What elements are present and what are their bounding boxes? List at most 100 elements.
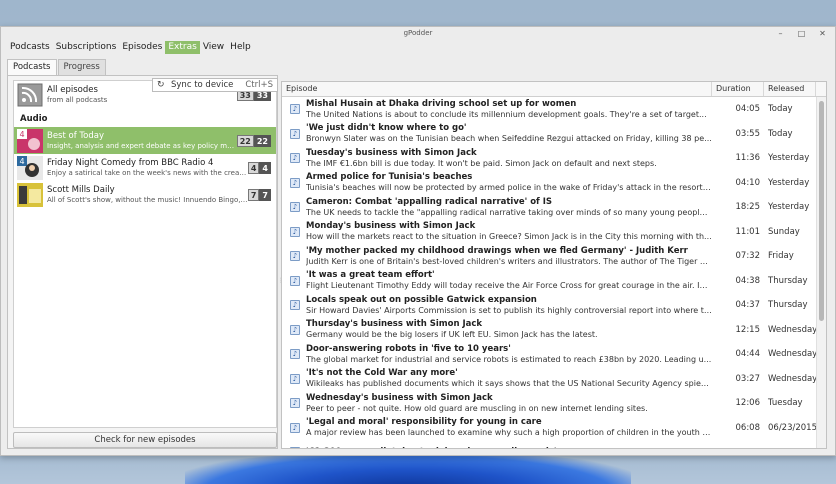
column-header-episode[interactable]: Episode	[282, 82, 712, 96]
episode-count-badges: 7 7	[247, 188, 271, 201]
scrollbar-thumb[interactable]	[819, 101, 824, 321]
episode-title: 'My mother packed my childhood drawings …	[306, 245, 688, 256]
gpodder-window: gPodder – □ ✕ Podcasts Subscriptions Epi…	[0, 26, 836, 456]
total-count-badge: 7	[259, 188, 271, 201]
episode-count-badges: 4 4	[247, 161, 271, 174]
episode-released: Wednesday	[768, 324, 818, 335]
tab-podcasts[interactable]: Podcasts	[7, 59, 57, 75]
episode-title: Cameron: Combat 'appalling radical narra…	[306, 196, 552, 207]
episode-description: Wikileaks has published documents which …	[306, 379, 712, 389]
audio-file-icon: ♪	[290, 128, 300, 139]
column-header-duration[interactable]: Duration	[712, 82, 764, 96]
new-count-badge: 4	[247, 161, 260, 174]
episode-released: Thursday	[768, 300, 808, 311]
episode-released: Today	[768, 104, 793, 115]
episode-duration: 04:05	[735, 104, 761, 115]
episode-list-scrollbar[interactable]	[816, 97, 826, 448]
episode-title: Monday's business with Simon Jack	[306, 221, 476, 232]
episode-title: Mishal Husain at Dhaka driving school se…	[306, 98, 577, 109]
episode-info: 'We just didn't know where to go' Bronwyn…	[306, 123, 712, 144]
audio-file-icon: ♪	[290, 373, 300, 384]
episode-released: Sunday	[768, 226, 800, 237]
new-count-badge: 7	[247, 188, 260, 201]
episode-duration: 18:25	[735, 202, 761, 213]
audio-file-icon: ♪	[290, 275, 300, 286]
episode-row[interactable]: ♪ Monday's business with Simon Jack How wi…	[282, 220, 826, 245]
episode-released: Wednesday	[768, 373, 818, 384]
podcast-title: Friday Night Comedy from BBC Radio 4	[47, 157, 214, 168]
episode-description: Peer to peer - not quite. How old guard …	[306, 403, 648, 413]
podcast-list[interactable]: All episodes from all podcasts 33 33 Aud…	[13, 80, 277, 428]
menu-view[interactable]: View	[200, 41, 227, 54]
episode-description: Bronwyn Slater was on the Tunisian beach…	[306, 134, 712, 144]
audio-file-icon: ♪	[290, 251, 300, 262]
check-new-episodes-button[interactable]: Check for new episodes	[13, 432, 277, 448]
episode-title: Tuesday's business with Simon Jack	[306, 147, 477, 158]
episode-duration: 06:08	[735, 422, 761, 433]
window-title: gPodder	[403, 29, 433, 37]
episode-duration: 11:01	[735, 226, 761, 237]
episode-released: Yesterday	[768, 177, 810, 188]
episode-title: Armed police for Tunisia's beaches	[306, 172, 473, 183]
episode-info: 'It was a great team effort' Flight Lieut…	[306, 270, 712, 291]
episode-row[interactable]: ♪ Wednesday's business with Simon Jack Pee…	[282, 391, 826, 416]
episode-info: Armed police for Tunisia's beaches Tunisi…	[306, 172, 712, 193]
episode-row[interactable]: ♪ 'My mother packed my childhood drawings…	[282, 244, 826, 269]
episode-title: 'We just didn't know where to go'	[306, 123, 467, 134]
podcasts-pane: All episodes from all podcasts 33 33 Aud…	[7, 75, 278, 449]
tab-progress[interactable]: Progress	[57, 59, 106, 75]
episode-title: 'Legal and moral' responsibility for you…	[306, 417, 542, 428]
episode-row[interactable]: ♪ 'We just didn't know where to go' Bronwy…	[282, 122, 826, 147]
episode-released: Tuesday	[768, 398, 803, 409]
episode-duration: 03:27	[735, 373, 761, 384]
episode-title: Door-answering robots in 'five to 10 yea…	[306, 343, 511, 354]
episode-row[interactable]: ♪ 'It was a great team effort' Flight Lieu…	[282, 269, 826, 294]
episode-row[interactable]: ♪ Armed police for Tunisia's beaches Tunis…	[282, 171, 826, 196]
episode-description: Germany would be the big losers if UK le…	[306, 330, 598, 340]
total-count-badge: 4	[259, 161, 271, 174]
menu-item-sync-to-device[interactable]: Sync to device	[171, 80, 245, 90]
episode-row[interactable]: ♪ Mishal Husain at Dhaka driving school s…	[282, 97, 826, 122]
podcast-description: Enjoy a satirical take on the week's new…	[47, 168, 248, 177]
menu-episodes[interactable]: Episodes	[119, 41, 165, 54]
episode-duration: 11:36	[735, 153, 761, 164]
episode-row[interactable]: ♪ 'Legal and moral' responsibility for yo…	[282, 416, 826, 441]
menu-subscriptions[interactable]: Subscriptions	[53, 41, 120, 54]
menu-podcasts[interactable]: Podcasts	[7, 41, 53, 54]
episode-released: Today	[768, 128, 793, 139]
audio-file-icon: ♪	[290, 226, 300, 237]
audio-file-icon: ♪	[290, 153, 300, 164]
audio-file-icon: ♪	[290, 177, 300, 188]
podcast-row-best-of-today[interactable]: 4 Best of Today Insight, analysis and ex…	[14, 127, 276, 154]
episode-row[interactable]: ♪ '£1,800 a year diet due to delayed canc…	[282, 440, 826, 448]
episode-row[interactable]: ♪ Thursday's business with Simon Jack Germ…	[282, 318, 826, 343]
column-header-released[interactable]: Released	[764, 82, 816, 96]
menu-help[interactable]: Help	[227, 41, 254, 54]
menu-bar: Podcasts Subscriptions Episodes Extras V…	[1, 40, 835, 54]
episode-list[interactable]: ♪ Mishal Husain at Dhaka driving school s…	[282, 97, 826, 448]
episode-info: Tuesday's business with Simon Jack The IM…	[306, 148, 712, 169]
episode-row[interactable]: ♪ 'It's not the Cold War any more' Wikilea…	[282, 367, 826, 392]
episode-info: Door-answering robots in 'five to 10 yea…	[306, 344, 712, 365]
episode-duration: 12:06	[735, 398, 761, 409]
audio-file-icon: ♪	[290, 324, 300, 335]
episode-info: Mishal Husain at Dhaka driving school se…	[306, 99, 712, 120]
podcast-row-scott-mills-daily[interactable]: Scott Mills Daily All of Scott's show, w…	[14, 181, 276, 208]
podcast-cover-icon: 4	[17, 128, 43, 153]
episode-count-badges: 22 22	[236, 134, 271, 147]
episode-description: The IMF €1.6bn bill is due today. It won…	[306, 158, 657, 168]
close-icon[interactable]: ✕	[818, 29, 827, 38]
minimize-icon[interactable]: –	[776, 29, 785, 38]
podcast-row-friday-night-comedy[interactable]: 4 Friday Night Comedy from BBC Radio 4 E…	[14, 154, 276, 181]
maximize-icon[interactable]: □	[797, 29, 806, 38]
episode-title: 'It's not the Cold War any more'	[306, 368, 458, 379]
episode-duration: 03:55	[735, 128, 761, 139]
episode-row[interactable]: ♪ Tuesday's business with Simon Jack The I…	[282, 146, 826, 171]
episode-row[interactable]: ♪ Door-answering robots in 'five to 10 ye…	[282, 342, 826, 367]
episode-row[interactable]: ♪ Cameron: Combat 'appalling radical narr…	[282, 195, 826, 220]
menu-extras[interactable]: Extras	[165, 40, 200, 54]
audio-file-icon: ♪	[290, 422, 300, 433]
episode-row[interactable]: ♪ Locals speak out on possible Gatwick ex…	[282, 293, 826, 318]
episode-released: Thursday	[768, 275, 808, 286]
episode-info: 'My mother packed my childhood drawings …	[306, 246, 712, 267]
